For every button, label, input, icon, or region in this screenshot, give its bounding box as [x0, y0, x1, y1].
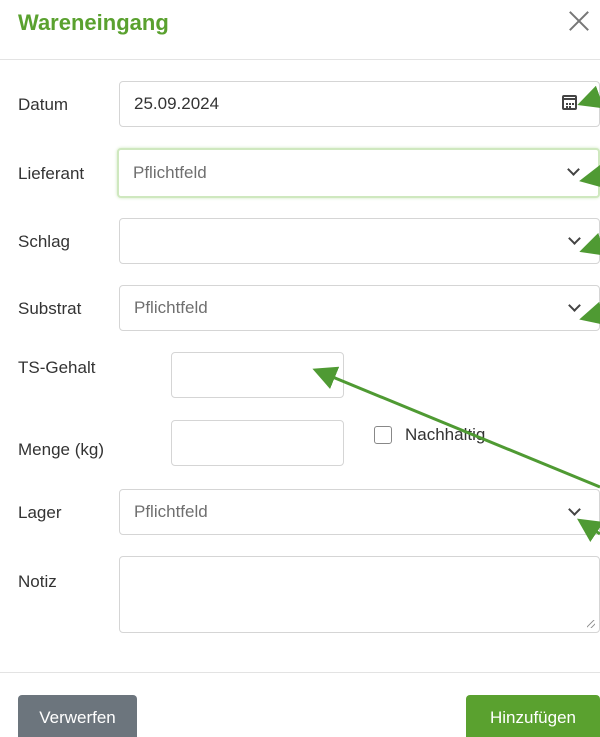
datum-value: 25.09.2024 [134, 94, 220, 113]
ts-gehalt-label: TS-Gehalt [18, 358, 96, 377]
chevron-down-icon [567, 163, 580, 176]
notiz-textarea[interactable] [119, 556, 600, 633]
chevron-down-icon [568, 299, 581, 312]
substrat-placeholder: Pflichtfeld [134, 298, 208, 317]
lager-select[interactable]: Pflichtfeld [119, 489, 600, 535]
nachhaltig-label[interactable]: Nachhaltig [405, 425, 485, 445]
nachhaltig-checkbox[interactable] [374, 426, 392, 444]
substrat-label: Substrat [18, 299, 82, 318]
close-icon[interactable] [564, 6, 594, 36]
menge-input[interactable] [171, 420, 344, 466]
resize-grip-icon[interactable] [587, 620, 595, 628]
datum-field[interactable]: 25.09.2024 [119, 81, 600, 127]
datum-label: Datum [18, 95, 69, 114]
chevron-down-icon [568, 503, 581, 516]
discard-button[interactable]: Verwerfen [18, 695, 137, 737]
ts-gehalt-input[interactable] [171, 352, 344, 398]
notiz-label: Notiz [18, 572, 57, 591]
schlag-label: Schlag [18, 232, 70, 251]
lager-placeholder: Pflichtfeld [134, 502, 208, 521]
menge-label: Menge (kg) [18, 440, 104, 459]
lieferant-placeholder: Pflichtfeld [133, 163, 207, 182]
lieferant-label: Lieferant [18, 164, 85, 183]
calendar-icon[interactable] [562, 95, 577, 110]
dialog-header: Wareneingang [0, 0, 600, 60]
lager-label: Lager [18, 503, 62, 522]
lieferant-select[interactable]: Pflichtfeld [117, 148, 600, 198]
add-button[interactable]: Hinzufügen [466, 695, 600, 737]
chevron-down-icon [568, 232, 581, 245]
schlag-select[interactable] [119, 218, 600, 264]
dialog-title: Wareneingang [18, 10, 169, 35]
footer-divider [0, 672, 600, 673]
substrat-select[interactable]: Pflichtfeld [119, 285, 600, 331]
